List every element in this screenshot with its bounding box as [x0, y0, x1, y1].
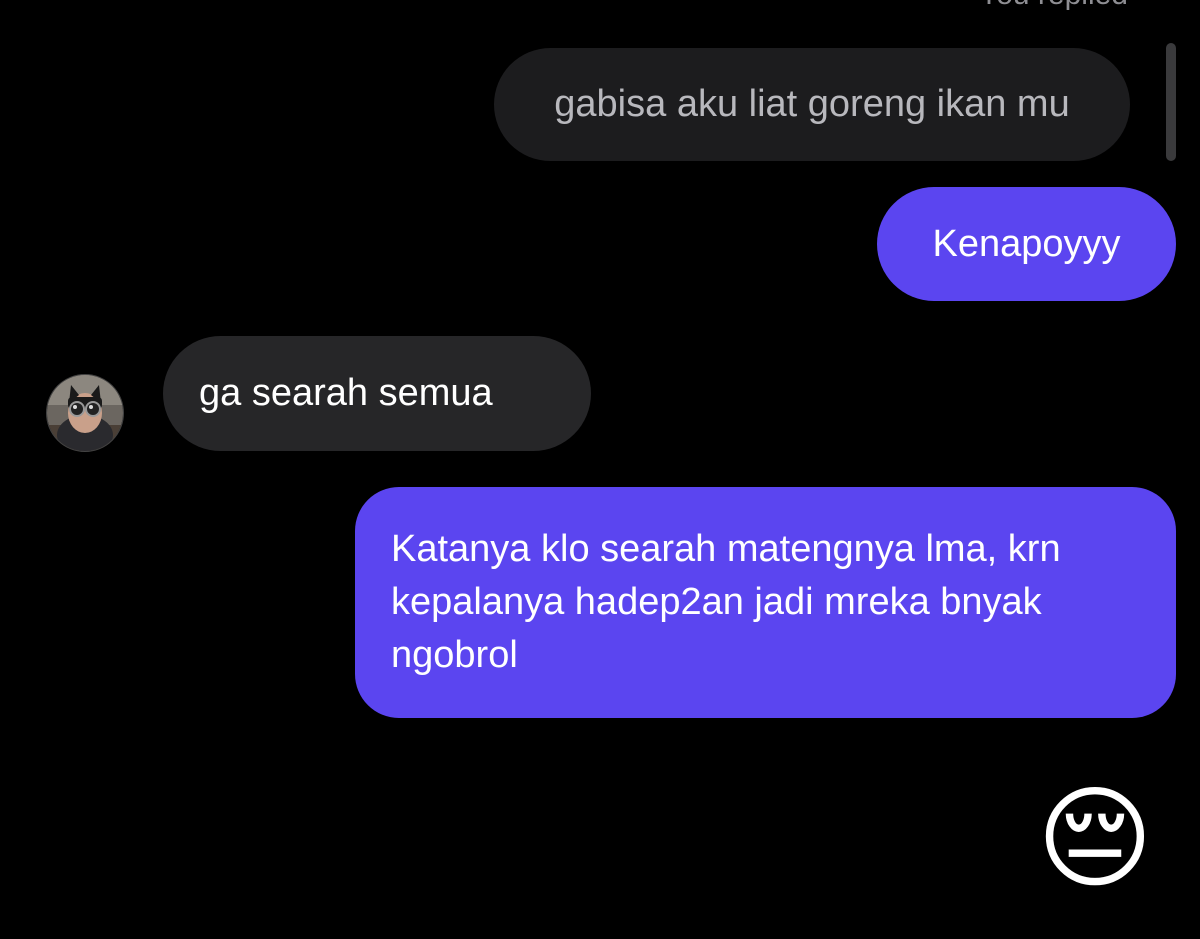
avatar-image [47, 375, 123, 451]
replied-message-bubble[interactable]: gabisa aku liat goreng ikan mu [494, 48, 1130, 161]
sent-message-text: Katanya klo searah matengnya lma, krn ke… [391, 528, 1061, 676]
scrollbar-thumb[interactable] [1166, 43, 1176, 161]
pensive-face-emoji[interactable]: 😔 [1025, 779, 1165, 899]
sent-message-text: Kenapoyyy [932, 222, 1121, 265]
sent-message-bubble[interactable]: Kenapoyyy [877, 187, 1176, 301]
received-message-bubble[interactable]: ga searah semua [163, 336, 591, 451]
received-message-text: ga searah semua [199, 372, 493, 414]
reply-context-label: You replied [979, 0, 1128, 12]
sent-message-bubble[interactable]: Katanya klo searah matengnya lma, krn ke… [355, 487, 1176, 718]
contact-avatar-icon[interactable] [46, 374, 124, 452]
replied-message-text: gabisa aku liat goreng ikan mu [554, 83, 1070, 125]
